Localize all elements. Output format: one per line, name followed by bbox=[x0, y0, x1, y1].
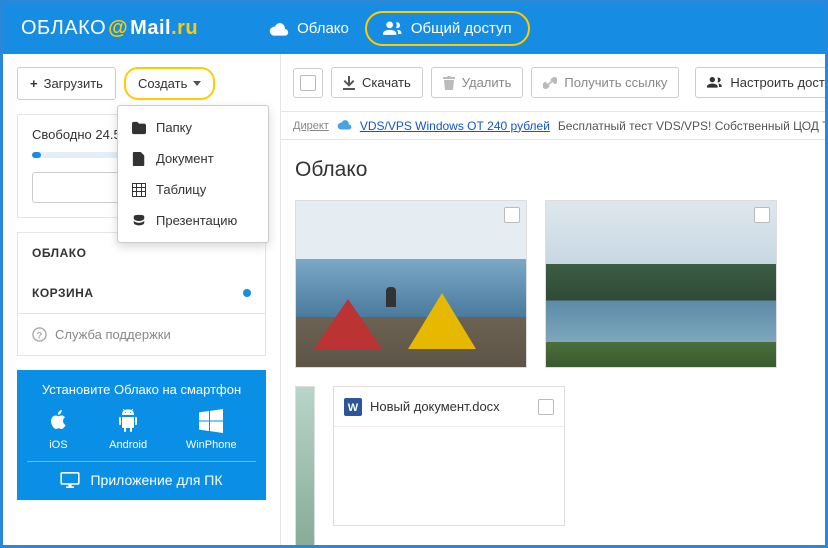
download-button[interactable]: Скачать bbox=[331, 67, 423, 98]
select-all-wrapper[interactable] bbox=[293, 68, 323, 98]
configure-access-button[interactable]: Настроить доступ bbox=[695, 67, 825, 98]
ad-label[interactable]: Директ bbox=[293, 120, 329, 132]
svg-text:W: W bbox=[348, 402, 359, 414]
create-menu: Папку Документ Таблицу Презентацию bbox=[117, 105, 269, 243]
logo-mail: Mail bbox=[130, 17, 171, 40]
presentation-icon bbox=[132, 214, 146, 228]
document-icon bbox=[132, 152, 146, 166]
sidebar: + Загрузить Создать Папку Документ Табл bbox=[3, 54, 280, 545]
getlink-label: Получить ссылку bbox=[564, 75, 667, 90]
storage-bar-fill bbox=[32, 152, 41, 158]
file-tile-photo-1[interactable] bbox=[295, 200, 527, 368]
promo-os-row: iOS Android WinPhone bbox=[27, 409, 256, 451]
tab-shared[interactable]: Общий доступ bbox=[365, 11, 530, 46]
tile-checkbox[interactable] bbox=[538, 399, 554, 415]
logo-prefix: ОБЛАКО bbox=[21, 17, 106, 40]
promo-title: Установите Облако на смартфон bbox=[27, 382, 256, 397]
download-label: Скачать bbox=[362, 75, 411, 90]
tab-cloud-label: Облако bbox=[297, 20, 349, 37]
menu-label-folder: Папку bbox=[156, 120, 192, 135]
upload-button[interactable]: + Загрузить bbox=[17, 67, 116, 100]
plus-icon: + bbox=[30, 76, 38, 91]
promo-pc[interactable]: Приложение для ПК bbox=[27, 461, 256, 488]
configure-label: Настроить доступ bbox=[730, 75, 825, 90]
promo-pc-label: Приложение для ПК bbox=[90, 472, 222, 488]
topnav: Облако Общий доступ bbox=[253, 11, 530, 46]
dot-indicator bbox=[243, 289, 251, 297]
tile-checkbox[interactable] bbox=[504, 207, 520, 223]
getlink-button[interactable]: Получить ссылку bbox=[531, 67, 679, 98]
android-icon bbox=[116, 409, 140, 433]
link-icon bbox=[543, 76, 557, 90]
group-icon bbox=[383, 21, 403, 37]
tab-shared-label: Общий доступ bbox=[411, 20, 512, 37]
table-icon bbox=[132, 183, 146, 197]
topbar: ОБЛАКО @ Mail .ru Облако Общий доступ bbox=[3, 3, 825, 54]
ad-row: Директ VDS/VPS Windows ОТ 240 рублей Бес… bbox=[281, 112, 825, 140]
ad-cloud-icon bbox=[337, 119, 352, 133]
promo-winphone-label: WinPhone bbox=[186, 439, 237, 451]
at-icon: @ bbox=[108, 17, 128, 40]
logo-ru: .ru bbox=[171, 17, 198, 40]
tab-cloud[interactable]: Облако bbox=[253, 11, 365, 46]
caret-down-icon bbox=[193, 81, 201, 86]
file-tile-photo-2[interactable] bbox=[545, 200, 777, 368]
ad-link[interactable]: VDS/VPS Windows ОТ 240 рублей bbox=[360, 119, 550, 133]
toolbar: Скачать Удалить Получить ссылку Настроит… bbox=[281, 54, 825, 112]
menu-label-document: Документ bbox=[156, 151, 214, 166]
promo-box: Установите Облако на смартфон iOS Androi… bbox=[17, 370, 266, 500]
menu-label-table: Таблицу bbox=[156, 182, 206, 197]
monitor-icon bbox=[60, 472, 80, 488]
nav-trash[interactable]: КОРЗИНА bbox=[18, 273, 265, 313]
svg-text:?: ? bbox=[37, 330, 43, 340]
folder-icon bbox=[132, 121, 146, 135]
menu-item-folder[interactable]: Папку bbox=[118, 112, 268, 143]
tile-checkbox[interactable] bbox=[754, 207, 770, 223]
content: + Загрузить Создать Папку Документ Табл bbox=[3, 54, 825, 545]
main: Скачать Удалить Получить ссылку Настроит… bbox=[280, 54, 825, 545]
ad-text: Бесплатный тест VDS/VPS! Собственный ЦОД… bbox=[558, 119, 825, 133]
logo[interactable]: ОБЛАКО @ Mail .ru bbox=[21, 17, 198, 40]
windows-icon bbox=[199, 409, 223, 433]
promo-ios-label: iOS bbox=[49, 439, 67, 451]
doc-name: Новый документ.docx bbox=[370, 399, 500, 414]
nav-trash-label: КОРЗИНА bbox=[32, 286, 93, 300]
delete-label: Удалить bbox=[462, 75, 512, 90]
promo-android-label: Android bbox=[109, 439, 147, 451]
apple-icon bbox=[46, 409, 70, 433]
people-icon bbox=[707, 77, 723, 89]
promo-android[interactable]: Android bbox=[109, 409, 147, 451]
tent-red bbox=[314, 299, 382, 349]
doc-preview bbox=[334, 427, 564, 527]
file-grid: W Новый документ.docx Полет.mp4 bbox=[281, 200, 825, 545]
sidebar-actions: + Загрузить Создать Папку Документ Табл bbox=[17, 67, 266, 100]
menu-item-table[interactable]: Таблицу bbox=[118, 174, 268, 205]
upload-label: Загрузить bbox=[44, 76, 103, 91]
doc-header: W Новый документ.docx bbox=[334, 387, 564, 427]
download-icon bbox=[343, 76, 355, 90]
tent-yellow bbox=[408, 293, 476, 349]
create-button[interactable]: Создать bbox=[124, 67, 215, 100]
select-all-checkbox[interactable] bbox=[300, 75, 316, 91]
file-tile-doc-1[interactable]: W Новый документ.docx bbox=[333, 386, 565, 526]
support-link[interactable]: ? Служба поддержки bbox=[17, 314, 266, 356]
breadcrumb: Облако bbox=[281, 140, 825, 200]
promo-ios[interactable]: iOS bbox=[46, 409, 70, 451]
file-tile-photo-3-partial[interactable] bbox=[295, 386, 315, 545]
create-label: Создать bbox=[138, 76, 187, 91]
menu-label-presentation: Презентацию bbox=[156, 213, 237, 228]
person-shape bbox=[386, 287, 396, 307]
word-icon: W bbox=[344, 398, 362, 416]
cloud-icon bbox=[269, 22, 289, 36]
delete-button[interactable]: Удалить bbox=[431, 67, 524, 98]
menu-item-document[interactable]: Документ bbox=[118, 143, 268, 174]
menu-item-presentation[interactable]: Презентацию bbox=[118, 205, 268, 236]
help-icon: ? bbox=[32, 327, 47, 342]
promo-winphone[interactable]: WinPhone bbox=[186, 409, 237, 451]
trash-icon bbox=[443, 76, 455, 90]
nav-list: ОБЛАКО КОРЗИНА bbox=[17, 232, 266, 314]
support-label: Служба поддержки bbox=[55, 327, 171, 342]
nav-cloud-label: ОБЛАКО bbox=[32, 246, 86, 260]
